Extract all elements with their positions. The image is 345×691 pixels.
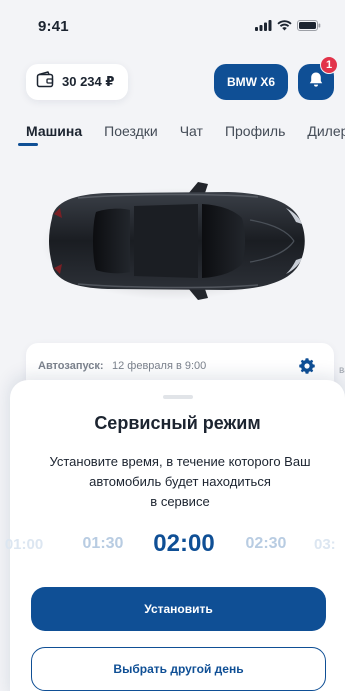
time-option[interactable]: 01:30 — [78, 528, 128, 560]
time-option[interactable]: 01:00 — [0, 528, 52, 560]
sheet-description-line: в сервисе — [150, 494, 210, 509]
active-tab-indicator — [18, 143, 38, 146]
app-screen: 9:41 30 234 ₽ BMW X6 1 Машина Поездки Ча… — [0, 0, 345, 691]
wallet-icon — [36, 70, 54, 94]
tab-bar: Машина Поездки Чат Профиль Дилер — [26, 123, 345, 139]
balance-pill[interactable]: 30 234 ₽ — [26, 64, 129, 100]
balance-amount: 30 234 ₽ — [62, 74, 115, 89]
sheet-title: Сервисный режим — [94, 413, 261, 433]
sheet-description-line: автомобиль будет находиться — [89, 474, 271, 489]
autostart-value: 12 февраля в 9:00 — [112, 360, 207, 372]
notification-badge: 1 — [320, 56, 338, 74]
tab-car[interactable]: Машина — [26, 123, 82, 139]
car-image — [38, 178, 308, 304]
status-time: 9:41 — [38, 18, 69, 35]
gear-icon[interactable] — [298, 357, 316, 380]
autostart-label: Автозапуск: — [38, 360, 104, 372]
tab-trips[interactable]: Поездки — [104, 123, 158, 139]
wifi-icon — [277, 20, 292, 31]
time-picker[interactable]: 01:00 01:30 02:00 02:30 03: — [0, 528, 345, 560]
sheet-description: Установите время, в течение которого Ваш… — [30, 452, 330, 512]
status-icons — [255, 20, 321, 31]
tab-chat[interactable]: Чат — [180, 123, 203, 139]
tab-dealer[interactable]: Дилер — [307, 123, 345, 139]
signal-icon — [255, 20, 272, 31]
time-option[interactable]: 03: — [314, 528, 345, 560]
status-bar: 9:41 — [0, 0, 345, 48]
time-option[interactable]: 02:30 — [240, 528, 292, 560]
tab-profile[interactable]: Профиль — [225, 123, 285, 139]
time-option-selected[interactable]: 02:00 — [146, 528, 222, 560]
choose-another-day-button[interactable]: Выбрать другой день — [31, 647, 326, 691]
bell-icon — [308, 71, 324, 93]
set-button[interactable]: Установить — [31, 587, 326, 631]
sheet-description-line: Установите время, в течение которого Ваш — [49, 454, 311, 469]
car-select-button[interactable]: BMW X6 — [214, 64, 288, 100]
sheet-drag-handle[interactable] — [163, 395, 193, 399]
next-card-peek-text: ва — [339, 365, 345, 376]
battery-icon — [297, 20, 321, 31]
